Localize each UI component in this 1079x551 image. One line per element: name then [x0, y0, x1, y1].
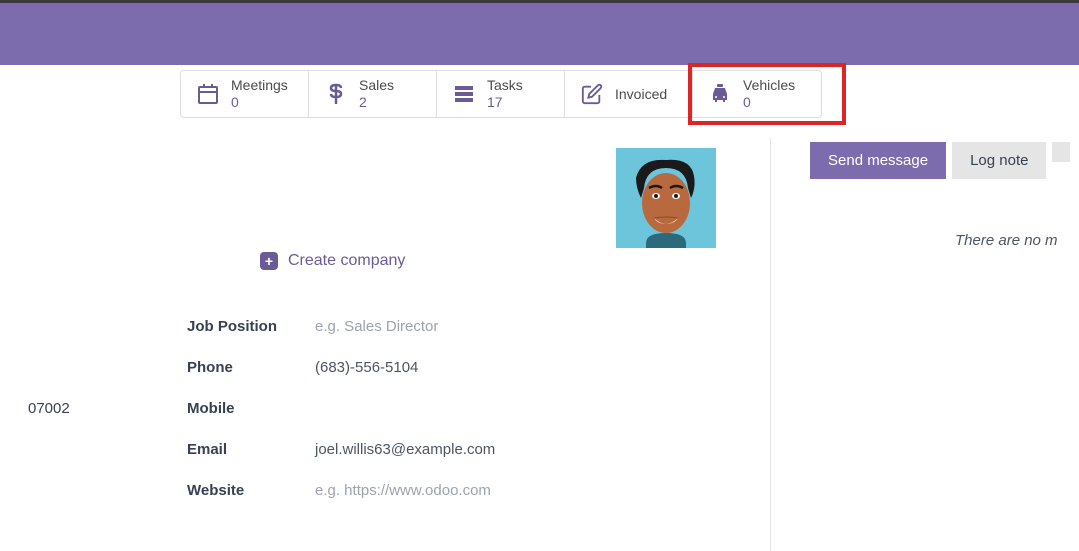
- stat-value: 17: [487, 94, 523, 111]
- dollar-icon: [323, 81, 349, 107]
- stat-label: Vehicles: [743, 77, 795, 94]
- stat-value: 0: [231, 94, 288, 111]
- detail-phone: Phone (683)-556-5104: [187, 359, 495, 376]
- create-company-link[interactable]: + Create company: [260, 252, 405, 270]
- stat-invoiced[interactable]: Invoiced: [565, 71, 693, 117]
- log-note-button[interactable]: Log note: [952, 142, 1046, 179]
- detail-email: Email joel.willis63@example.com: [187, 441, 495, 458]
- detail-label: Job Position: [187, 318, 315, 335]
- detail-label: Phone: [187, 359, 315, 376]
- email-input[interactable]: joel.willis63@example.com: [315, 441, 495, 458]
- detail-label: Email: [187, 441, 315, 458]
- header-bar: [0, 3, 1079, 65]
- stat-value: 0: [743, 94, 795, 111]
- stat-row: Meetings 0 Sales 2 Tasks 17 Invoiced V: [180, 70, 822, 118]
- calendar-icon: [195, 81, 221, 107]
- detail-mobile: Mobile: [187, 400, 495, 417]
- vertical-divider: [770, 138, 771, 551]
- stat-label: Meetings: [231, 77, 288, 94]
- stat-meetings[interactable]: Meetings 0: [181, 71, 309, 117]
- send-message-button[interactable]: Send message: [810, 142, 946, 179]
- detail-label: Website: [187, 482, 315, 499]
- extra-button[interactable]: [1052, 142, 1070, 162]
- stat-label: Tasks: [487, 77, 523, 94]
- stat-label: Sales: [359, 77, 394, 94]
- website-input[interactable]: e.g. https://www.odoo.com: [315, 482, 491, 499]
- detail-job-position: Job Position e.g. Sales Director: [187, 318, 495, 335]
- detail-website: Website e.g. https://www.odoo.com: [187, 482, 495, 499]
- tasks-icon: [451, 81, 477, 107]
- empty-message: There are no m: [955, 232, 1058, 249]
- messaging-actions: Send message Log note: [810, 142, 1070, 179]
- stat-label: Invoiced: [615, 86, 667, 102]
- phone-input[interactable]: (683)-556-5104: [315, 359, 418, 376]
- stat-sales[interactable]: Sales 2: [309, 71, 437, 117]
- stat-tasks[interactable]: Tasks 17: [437, 71, 565, 117]
- edit-icon: [579, 81, 605, 107]
- job-position-input[interactable]: e.g. Sales Director: [315, 318, 438, 335]
- avatar[interactable]: [616, 148, 716, 248]
- zip-value[interactable]: 07002: [28, 400, 70, 417]
- plus-icon: +: [260, 252, 278, 270]
- create-company-label: Create company: [288, 252, 405, 270]
- stat-vehicles[interactable]: Vehicles 0: [693, 71, 821, 117]
- detail-label: Mobile: [187, 400, 315, 417]
- details-section: Job Position e.g. Sales Director Phone (…: [187, 318, 495, 523]
- stat-value: 2: [359, 94, 394, 111]
- car-icon: [707, 81, 733, 107]
